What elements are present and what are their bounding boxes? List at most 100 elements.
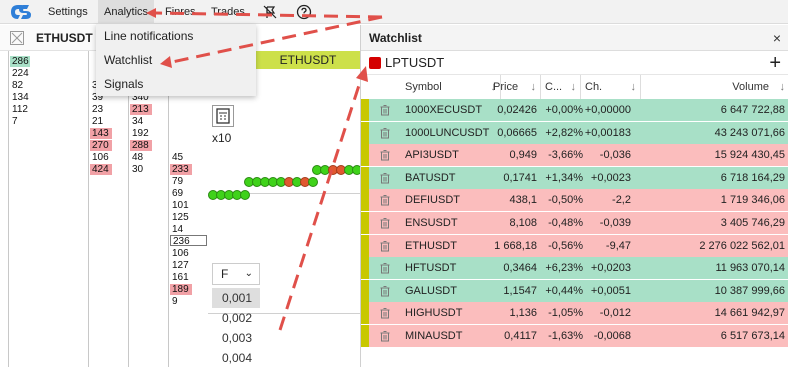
cell-symbol: 1000XECUSDT	[405, 104, 483, 116]
watchlist-row[interactable]: 1000XECUSDT 0,02426 +0,00% +0,00000 6 647 72…	[361, 99, 788, 121]
cell-price: 1,136	[509, 307, 537, 320]
cell-change-pct: +0,00%	[545, 104, 583, 116]
cell-symbol: ETHUSDT	[405, 239, 457, 252]
cell-price: 0,06665	[497, 126, 537, 139]
ladder-volume-cell: 45	[172, 152, 184, 163]
row-color-strip	[361, 257, 369, 280]
menu-finres[interactable]: Finres	[159, 0, 202, 24]
ladder-close-icon[interactable]	[10, 31, 24, 45]
cell-change: -0,0068	[593, 330, 631, 342]
menu-trades[interactable]: Trades	[205, 0, 251, 24]
cell-symbol: BATUSDT	[405, 171, 456, 184]
cell-volume: 10 387 999,66	[714, 284, 785, 297]
tick-option[interactable]: 0,003	[212, 328, 260, 348]
ladder-divider	[8, 51, 9, 367]
column-header-price[interactable]: Price ↓	[489, 75, 541, 99]
menu-item-line-notifications[interactable]: Line notifications	[96, 24, 256, 48]
sort-arrow-icon: ↓	[779, 81, 786, 93]
watchlist-row[interactable]: ENSUSDT 8,108 -0,48% -0,039 3 405 746,29	[361, 212, 788, 234]
watchlist-row[interactable]: 1000LUNCUSDT 0,06665 +2,82% +0,00183 43 243 …	[361, 121, 788, 144]
flag-crossed-icon[interactable]	[262, 4, 278, 20]
cell-change-pct: -0,48%	[548, 217, 583, 229]
tick-option[interactable]: 0,001	[212, 288, 260, 308]
cell-volume: 6 517 673,14	[720, 330, 785, 342]
cell-change: -0,039	[599, 217, 631, 229]
watchlist-row[interactable]: ETHUSDT 1 668,18 -0,56% -9,47 2 276 022 562,…	[361, 234, 788, 257]
trash-icon[interactable]	[379, 330, 391, 342]
cell-volume: 14 661 942,97	[714, 307, 785, 320]
cell-change: +0,0051	[590, 284, 631, 297]
cell-volume: 43 243 071,66	[714, 126, 785, 139]
trash-icon[interactable]	[379, 217, 391, 229]
ladder-volume-cell: 286	[10, 56, 30, 67]
trash-icon[interactable]	[379, 104, 391, 116]
sort-arrow-icon: ↓	[630, 81, 637, 93]
current-symbol[interactable]: LPTUSDT	[385, 51, 444, 75]
trash-icon[interactable]	[379, 285, 391, 297]
watchlist-title: Watchlist	[369, 31, 422, 45]
ladder-volume-cell: 21	[92, 116, 104, 127]
cell-change-pct: +0,44%	[545, 284, 583, 297]
add-symbol-button[interactable]: +	[769, 51, 781, 75]
column-header-symbol[interactable]: Symbol ↓	[401, 75, 501, 99]
cell-volume: 2 276 022 562,01	[699, 239, 785, 252]
cell-symbol: GALUSDT	[405, 284, 457, 297]
app-logo-icon[interactable]	[8, 3, 32, 21]
tick-size-select[interactable]: F ⌄	[212, 263, 260, 285]
menu-analytics[interactable]: Analytics	[98, 0, 155, 24]
watchlist-row[interactable]: MINAUSDT 0,4117 -1,63% -0,0068 6 517 673,14	[361, 325, 788, 347]
cell-volume: 6 718 164,29	[720, 171, 785, 184]
trash-icon[interactable]	[379, 172, 391, 184]
trash-icon[interactable]	[379, 149, 391, 161]
watchlist-row[interactable]: HIGHUSDT 1,136 -1,05% -0,012 14 661 942,97	[361, 302, 788, 325]
cell-price: 0,949	[509, 149, 537, 162]
ladder-volume-cell: 30	[132, 164, 144, 175]
trash-icon[interactable]	[379, 127, 391, 139]
watchlist-row[interactable]: API3USDT 0,949 -3,66% -0,036 15 924 430,45	[361, 144, 788, 167]
cell-volume: 6 647 722,88	[720, 104, 785, 116]
menu-item-watchlist[interactable]: Watchlist	[96, 48, 256, 72]
column-header-change[interactable]: Ch. ↓	[581, 75, 641, 99]
trash-icon[interactable]	[379, 240, 391, 252]
ladder-volume-cell: 143	[90, 128, 112, 139]
analytics-dropdown: Line notifications Watchlist Signals	[96, 24, 256, 96]
trash-icon[interactable]	[379, 262, 391, 274]
watchlist-toolbar: LPTUSDT +	[361, 51, 788, 75]
tick-option[interactable]: 0,004	[212, 348, 260, 367]
symbol-color-icon[interactable]	[369, 57, 381, 69]
chart-symbol-label[interactable]: ETHUSDT	[256, 51, 360, 69]
close-icon[interactable]: ×	[773, 25, 781, 51]
column-header-volume[interactable]: Volume ↓	[641, 75, 788, 99]
ladder-volume-cell: 14	[172, 224, 184, 235]
cell-change: +0,0023	[590, 171, 631, 184]
cell-symbol: DEFIUSDT	[405, 194, 460, 207]
ladder-volume-cell: 134	[12, 92, 29, 103]
row-color-strip	[361, 234, 369, 257]
calculator-icon[interactable]	[212, 105, 234, 127]
watchlist-row[interactable]: HFTUSDT 0,3464 +6,23% +0,0203 11 963 070,14	[361, 257, 788, 280]
trash-icon[interactable]	[379, 194, 391, 206]
trade-bubble	[308, 177, 318, 187]
ladder-volume-cell: 106	[172, 248, 189, 259]
ladder-volume-cell: 112	[12, 104, 28, 115]
cell-price: 438,1	[509, 194, 537, 207]
ladder-selected-cell[interactable]: 236	[170, 235, 207, 247]
cell-change: +0,00000	[584, 104, 631, 116]
cell-change: -0,012	[599, 307, 631, 320]
cell-change-pct: -0,50%	[548, 194, 583, 207]
menu-item-signals[interactable]: Signals	[96, 72, 256, 96]
cell-price: 1,1547	[503, 284, 537, 297]
tick-option[interactable]: 0,002	[212, 308, 260, 328]
watchlist-row[interactable]: GALUSDT 1,1547 +0,44% +0,0051 10 387 999,66	[361, 279, 788, 302]
menu-settings[interactable]: Settings	[42, 0, 94, 24]
row-color-strip	[361, 144, 369, 167]
ladder-volume-cell: 82	[12, 80, 24, 91]
watchlist-row[interactable]: BATUSDT 0,1741 +1,34% +0,0023 6 718 164,29	[361, 166, 788, 189]
cell-symbol: HFTUSDT	[405, 262, 457, 275]
help-icon[interactable]	[296, 4, 312, 20]
ladder-volume-cell: 7	[12, 116, 18, 127]
trash-icon[interactable]	[379, 307, 391, 319]
watchlist-row[interactable]: DEFIUSDT 438,1 -0,50% -2,2 1 719 346,06	[361, 189, 788, 212]
column-header-change-pct[interactable]: C... ↓	[541, 75, 581, 99]
cell-change: -0,036	[599, 149, 631, 162]
